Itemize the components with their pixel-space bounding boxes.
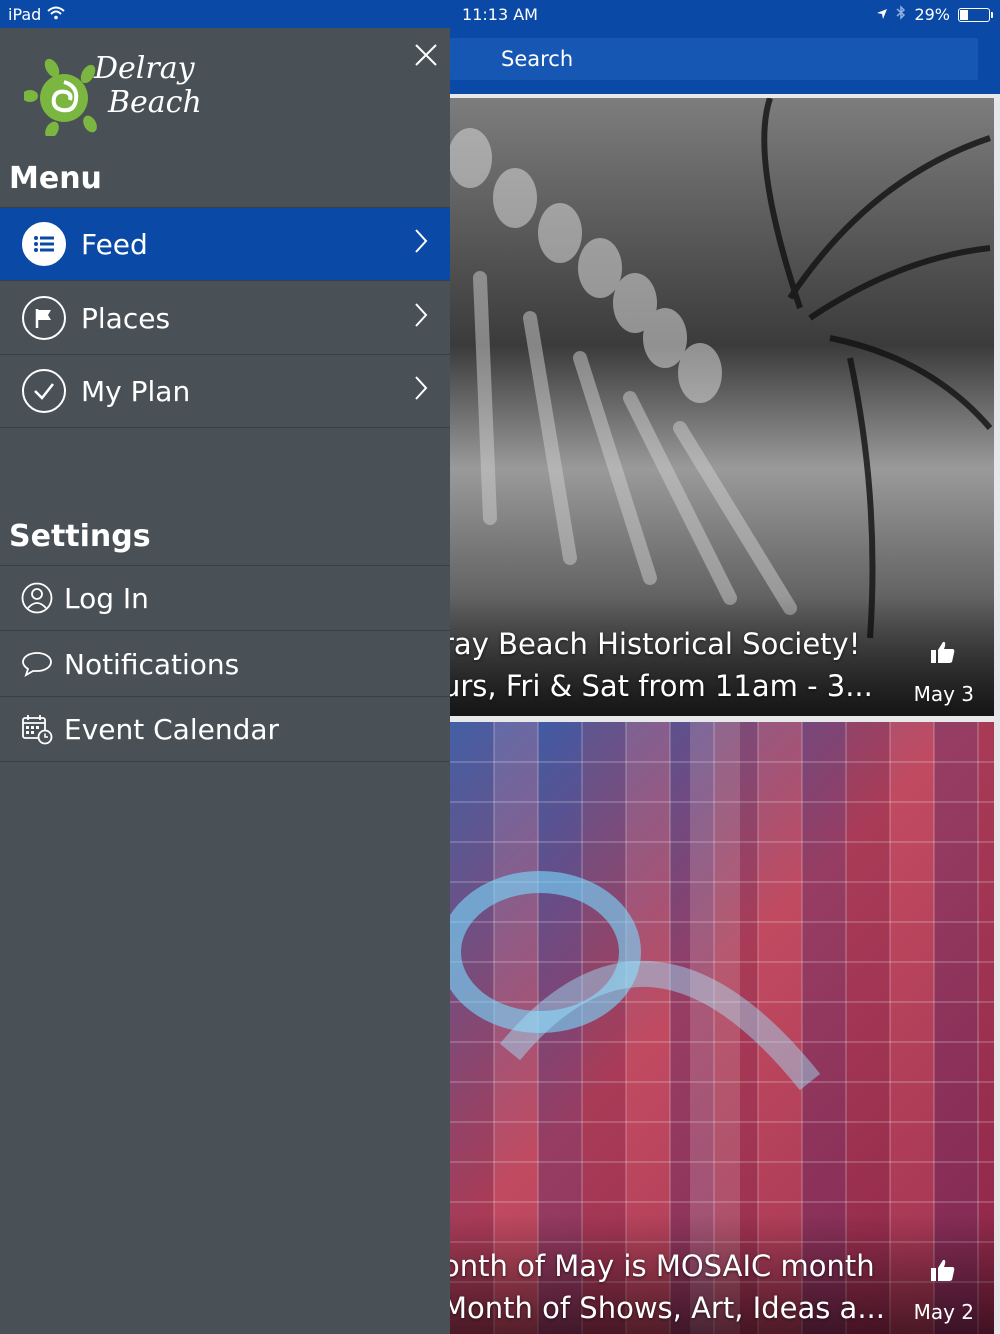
menu-item-label: Feed [81,227,148,261]
bluetooth-icon [896,5,906,24]
menu-item-my-plan[interactable]: My Plan [0,355,450,428]
thumbs-up-icon[interactable] [930,1258,956,1289]
settings-item-label: Log In [64,581,149,615]
card-title-line2: urs, Fri & Sat from 11am - 3... [450,669,873,703]
top-bar: Search [450,28,1000,94]
menu-item-places[interactable]: Places [0,282,450,355]
battery-percent: 29% [914,5,950,24]
card-date: May 3 [913,682,974,706]
user-icon [20,581,54,615]
menu-heading: Menu [9,161,102,196]
thumbs-up-icon[interactable] [930,640,956,671]
search-input[interactable]: Search [450,38,978,80]
delray-beach-logo: Delray Beach [24,48,224,138]
feed-card[interactable]: onth of May is MOSAIC month Month of Sho… [450,722,994,1334]
card-date: May 2 [913,1300,974,1324]
close-icon[interactable] [410,40,442,72]
location-arrow-icon [876,5,888,24]
speech-bubble-icon [20,647,54,681]
settings-item-notifications[interactable]: Notifications [0,632,450,697]
feed-card[interactable]: ray Beach Historical Society! urs, Fri &… [450,98,994,716]
settings-item-label: Event Calendar [64,712,280,746]
menu-item-label: Places [81,301,171,335]
card-title: ray Beach Historical Society! urs, Fri &… [450,623,882,707]
chevron-right-icon [414,375,428,408]
settings-heading: Settings [9,519,151,554]
flag-icon [22,296,66,340]
chevron-right-icon [414,302,428,335]
side-drawer: Delray Beach Menu Feed Places My Plan Se… [0,28,450,1334]
card-title-line2: Month of Shows, Art, Ideas a... [450,1291,882,1325]
settings-item-label: Notifications [64,647,240,681]
menu-item-label: My Plan [81,374,191,408]
calendar-icon [20,712,54,746]
status-bar: iPad 11:13 AM 29% [0,0,1000,28]
checkmark-icon [22,369,66,413]
list-icon [22,222,66,266]
chevron-right-icon [414,228,428,261]
settings-item-log-in[interactable]: Log In [0,566,450,631]
settings-item-event-calendar[interactable]: Event Calendar [0,697,450,762]
logo-word-delray: Delray [94,51,195,86]
status-right: 29% [876,5,993,24]
card-title-line1: ray Beach Historical Society! [450,627,861,661]
battery-fill [960,9,968,20]
card-title-line1: onth of May is MOSAIC month [450,1249,875,1283]
logo-word-beach: Beach [108,85,202,120]
clock: 11:13 AM [462,5,538,24]
card-title: onth of May is MOSAIC month Month of Sho… [450,1245,882,1329]
feed: ray Beach Historical Society! urs, Fri &… [450,94,1000,1334]
battery-icon [958,7,993,22]
menu-item-feed[interactable]: Feed [0,208,450,281]
turtle-logo-icon [24,58,97,136]
